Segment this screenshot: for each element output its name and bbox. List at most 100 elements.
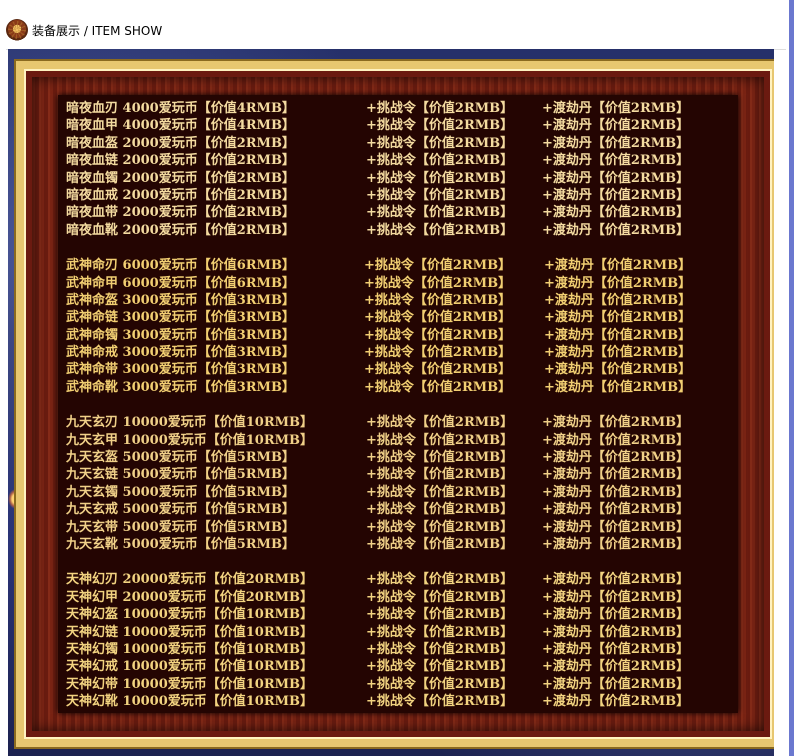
challenge-token-bonus: +挑战令【价值2RMB】 <box>366 467 514 483</box>
tribulation-pill-bonus: +渡劫丹【价值2RMB】 <box>542 118 690 134</box>
tribulation-pill-bonus: +渡劫丹【价值2RMB】 <box>542 589 690 605</box>
challenge-token-bonus: +挑战令【价值2RMB】 <box>366 589 514 605</box>
item-price: 武神命刃 6000爱玩币【价值6RMB】 <box>66 258 295 274</box>
item-row: 天神幻戒 10000爱玩币【价值10RMB】 +挑战令【价值2RMB】 +渡劫丹【价… <box>66 658 738 675</box>
challenge-token-bonus: +挑战令【价值2RMB】 <box>364 379 512 395</box>
tribulation-pill-bonus: +渡劫丹【价值2RMB】 <box>542 694 690 710</box>
tribulation-pill-bonus: +渡劫丹【价值2RMB】 <box>544 310 692 326</box>
challenge-token-bonus: +挑战令【价值2RMB】 <box>366 135 514 151</box>
item-price: 暗夜血盔 2000爱玩币【价值2RMB】 <box>66 135 295 151</box>
challenge-token-bonus: +挑战令【价值2RMB】 <box>366 101 514 116</box>
tribulation-pill-bonus: +渡劫丹【价值2RMB】 <box>544 258 692 274</box>
tribulation-pill-bonus: +渡劫丹【价值2RMB】 <box>544 275 692 291</box>
item-row: 九天玄戒 5000爱玩币【价值5RMB】 +挑战令【价值2RMB】 +渡劫丹【价值2… <box>66 501 738 518</box>
item-price: 天神幻带 10000爱玩币【价值10RMB】 <box>66 676 314 692</box>
item-price: 暗夜血靴 2000爱玩币【价值2RMB】 <box>66 222 295 238</box>
item-price: 暗夜血链 2000爱玩币【价值2RMB】 <box>66 153 295 169</box>
item-row: 武神命盔 3000爱玩币【价值3RMB】 +挑战令【价值2RMB】 +渡劫丹【价值2… <box>66 292 738 309</box>
item-row: 天神幻链 10000爱玩币【价值10RMB】 +挑战令【价值2RMB】 +渡劫丹【价… <box>66 624 738 641</box>
challenge-token-bonus: +挑战令【价值2RMB】 <box>366 484 514 500</box>
item-row: 天神幻盔 10000爱玩币【价值10RMB】 +挑战令【价值2RMB】 +渡劫丹【价… <box>66 606 738 623</box>
item-price: 天神幻刃 20000爱玩币【价值20RMB】 <box>66 572 314 588</box>
item-row: 武神命链 3000爱玩币【价值3RMB】 +挑战令【价值2RMB】 +渡劫丹【价值2… <box>66 309 738 326</box>
item-row: 暗夜血靴 2000爱玩币【价值2RMB】 +挑战令【价值2RMB】 +渡劫丹【价值2… <box>66 222 738 239</box>
item-group: 天神幻刃 20000爱玩币【价值20RMB】 +挑战令【价值2RMB】 +渡劫丹【价… <box>66 571 738 710</box>
challenge-token-bonus: +挑战令【价值2RMB】 <box>366 222 514 238</box>
item-row: 武神命靴 3000爱玩币【价值3RMB】 +挑战令【价值2RMB】 +渡劫丹【价值2… <box>66 379 738 396</box>
item-price: 武神命链 3000爱玩币【价值3RMB】 <box>66 310 295 326</box>
item-row: 九天玄盔 5000爱玩币【价值5RMB】 +挑战令【价值2RMB】 +渡劫丹【价值2… <box>66 449 738 466</box>
item-row: 暗夜血戒 2000爱玩币【价值2RMB】 +挑战令【价值2RMB】 +渡劫丹【价值2… <box>66 187 738 204</box>
item-price: 武神命镯 3000爱玩币【价值3RMB】 <box>66 327 295 343</box>
tribulation-pill-bonus: +渡劫丹【价值2RMB】 <box>542 536 690 552</box>
challenge-token-bonus: +挑战令【价值2RMB】 <box>366 694 514 710</box>
section-title: 装备展示 / ITEM SHOW <box>32 23 163 38</box>
tribulation-pill-bonus: +渡劫丹【价值2RMB】 <box>542 450 690 466</box>
item-price: 九天玄盔 5000爱玩币【价值5RMB】 <box>66 450 295 466</box>
challenge-token-bonus: +挑战令【价值2RMB】 <box>364 345 512 361</box>
tribulation-pill-bonus: +渡劫丹【价值2RMB】 <box>544 292 692 308</box>
gold-frame: 暗夜血刃 4000爱玩币【价值4RMB】 +挑战令【价值2RMB】 +渡劫丹【价值2… <box>16 61 774 747</box>
tribulation-pill-bonus: +渡劫丹【价值2RMB】 <box>542 467 690 483</box>
item-list-panel: 暗夜血刃 4000爱玩币【价值4RMB】 +挑战令【价值2RMB】 +渡劫丹【价值2… <box>58 95 738 713</box>
item-row: 九天玄链 5000爱玩币【价值5RMB】 +挑战令【价值2RMB】 +渡劫丹【价值2… <box>66 466 738 483</box>
item-group: 暗夜血刃 4000爱玩币【价值4RMB】 +挑战令【价值2RMB】 +渡劫丹【价值2… <box>66 100 738 239</box>
item-price: 暗夜血刃 4000爱玩币【价值4RMB】 <box>66 101 295 116</box>
item-price: 九天玄靴 5000爱玩币【价值5RMB】 <box>66 536 295 552</box>
challenge-token-bonus: +挑战令【价值2RMB】 <box>366 659 514 675</box>
page: 装备展示 / ITEM SHOW 暗夜血刃 4000爱玩币【价值4RMB】 +挑战… <box>0 0 789 756</box>
challenge-token-bonus: +挑战令【价值2RMB】 <box>364 292 512 308</box>
challenge-token-bonus: +挑战令【价值2RMB】 <box>364 327 512 343</box>
challenge-token-bonus: +挑战令【价值2RMB】 <box>364 362 512 378</box>
challenge-token-bonus: +挑战令【价值2RMB】 <box>366 607 514 623</box>
challenge-token-bonus: +挑战令【价值2RMB】 <box>366 450 514 466</box>
tribulation-pill-bonus: +渡劫丹【价值2RMB】 <box>542 170 690 186</box>
item-price: 九天玄链 5000爱玩币【价值5RMB】 <box>66 467 295 483</box>
item-row: 武神命镯 3000爱玩币【价值3RMB】 +挑战令【价值2RMB】 +渡劫丹【价值2… <box>66 327 738 344</box>
tribulation-pill-bonus: +渡劫丹【价值2RMB】 <box>542 432 690 448</box>
item-row: 武神命甲 6000爱玩币【价值6RMB】 +挑战令【价值2RMB】 +渡劫丹【价值2… <box>66 275 738 292</box>
challenge-token-bonus: +挑战令【价值2RMB】 <box>366 502 514 518</box>
item-row: 九天玄带 5000爱玩币【价值5RMB】 +挑战令【价值2RMB】 +渡劫丹【价值2… <box>66 519 738 536</box>
tribulation-pill-bonus: +渡劫丹【价值2RMB】 <box>544 362 692 378</box>
tribulation-pill-bonus: +渡劫丹【价值2RMB】 <box>542 187 690 203</box>
item-row: 武神命带 3000爱玩币【价值3RMB】 +挑战令【价值2RMB】 +渡劫丹【价值2… <box>66 361 738 378</box>
item-price: 天神幻链 10000爱玩币【价值10RMB】 <box>66 624 314 640</box>
challenge-token-bonus: +挑战令【价值2RMB】 <box>366 519 514 535</box>
item-price: 天神幻甲 20000爱玩币【价值20RMB】 <box>66 589 314 605</box>
item-price: 天神幻靴 10000爱玩币【价值10RMB】 <box>66 694 314 710</box>
tribulation-pill-bonus: +渡劫丹【价值2RMB】 <box>542 101 690 116</box>
item-price: 暗夜血戒 2000爱玩币【价值2RMB】 <box>66 187 295 203</box>
item-price: 九天玄甲 10000爱玩币【价值10RMB】 <box>66 432 314 448</box>
item-price: 天神幻戒 10000爱玩币【价值10RMB】 <box>66 659 314 675</box>
tribulation-pill-bonus: +渡劫丹【价值2RMB】 <box>542 572 690 588</box>
challenge-token-bonus: +挑战令【价值2RMB】 <box>366 432 514 448</box>
item-row: 暗夜血甲 4000爱玩币【价值4RMB】 +挑战令【价值2RMB】 +渡劫丹【价值2… <box>66 117 738 134</box>
tribulation-pill-bonus: +渡劫丹【价值2RMB】 <box>542 222 690 238</box>
tribulation-pill-bonus: +渡劫丹【价值2RMB】 <box>542 135 690 151</box>
tribulation-pill-bonus: +渡劫丹【价值2RMB】 <box>542 484 690 500</box>
challenge-token-bonus: +挑战令【价值2RMB】 <box>366 153 514 169</box>
tribulation-pill-bonus: +渡劫丹【价值2RMB】 <box>544 379 692 395</box>
item-price: 九天玄刃 10000爱玩币【价值10RMB】 <box>66 415 314 431</box>
tribulation-pill-bonus: +渡劫丹【价值2RMB】 <box>544 327 692 343</box>
item-row: 武神命戒 3000爱玩币【价值3RMB】 +挑战令【价值2RMB】 +渡劫丹【价值2… <box>66 344 738 361</box>
item-price: 九天玄镯 5000爱玩币【价值5RMB】 <box>66 484 295 500</box>
challenge-token-bonus: +挑战令【价值2RMB】 <box>364 310 512 326</box>
item-row: 武神命刃 6000爱玩币【价值6RMB】 +挑战令【价值2RMB】 +渡劫丹【价值2… <box>66 257 738 274</box>
tribulation-pill-bonus: +渡劫丹【价值2RMB】 <box>542 519 690 535</box>
item-list: 暗夜血刃 4000爱玩币【价值4RMB】 +挑战令【价值2RMB】 +渡劫丹【价值2… <box>66 100 738 713</box>
item-row: 九天玄靴 5000爱玩币【价值5RMB】 +挑战令【价值2RMB】 +渡劫丹【价值2… <box>66 536 738 553</box>
item-row: 暗夜血盔 2000爱玩币【价值2RMB】 +挑战令【价值2RMB】 +渡劫丹【价值2… <box>66 135 738 152</box>
tribulation-pill-bonus: +渡劫丹【价值2RMB】 <box>542 624 690 640</box>
item-group: 武神命刃 6000爱玩币【价值6RMB】 +挑战令【价值2RMB】 +渡劫丹【价值2… <box>66 257 738 396</box>
item-price: 暗夜血甲 4000爱玩币【价值4RMB】 <box>66 118 295 134</box>
tribulation-pill-bonus: +渡劫丹【价值2RMB】 <box>542 153 690 169</box>
tribulation-pill-bonus: +渡劫丹【价值2RMB】 <box>544 345 692 361</box>
challenge-token-bonus: +挑战令【价值2RMB】 <box>366 572 514 588</box>
tribulation-pill-bonus: +渡劫丹【价值2RMB】 <box>542 676 690 692</box>
item-price: 武神命甲 6000爱玩币【价值6RMB】 <box>66 275 295 291</box>
emblem-icon <box>6 19 28 41</box>
tribulation-pill-bonus: +渡劫丹【价值2RMB】 <box>542 607 690 623</box>
item-price: 九天玄戒 5000爱玩币【价值5RMB】 <box>66 502 295 518</box>
